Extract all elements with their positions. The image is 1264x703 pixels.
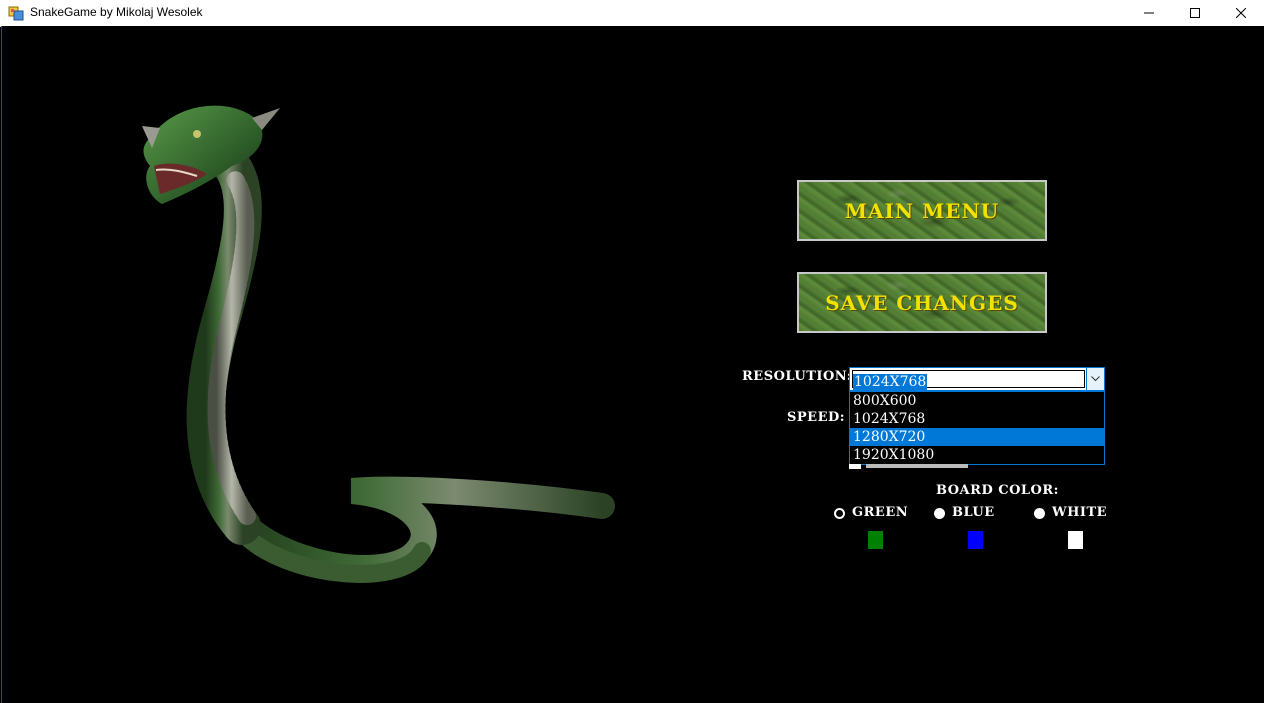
resolution-dropdown-list: 800X600 1024X768 1280X720 1920X1080 [849,391,1105,465]
radio-blue-label: BLUE [952,505,995,520]
close-icon [1236,8,1246,18]
radio-green[interactable] [834,508,845,519]
resolution-option[interactable]: 1024X768 [850,410,1104,428]
resolution-option[interactable]: 1280X720 [850,428,1104,446]
radio-white[interactable] [1034,508,1045,519]
chevron-down-icon[interactable] [1086,368,1104,390]
app-icon [8,5,24,21]
snake-image [142,105,615,583]
main-menu-button[interactable]: MAIN MENU [797,180,1047,241]
window-title: SnakeGame by Mikolaj Wesolek [30,5,203,19]
white-swatch [1068,531,1083,549]
green-swatch [868,531,883,549]
minimize-button[interactable] [1126,0,1172,26]
blue-swatch [968,531,983,549]
maximize-icon [1190,8,1200,18]
resolution-select[interactable]: 1024X768 [849,367,1105,391]
maximize-button[interactable] [1172,0,1218,26]
speed-label: SPEED: [787,410,846,425]
radio-blue[interactable] [934,508,945,519]
game-area: MAIN MENU SAVE CHANGES RESOLUTION: SPEED… [1,26,1264,703]
save-changes-button[interactable]: SAVE CHANGES [797,272,1047,333]
resolution-option[interactable]: 800X600 [850,392,1104,410]
title-bar: SnakeGame by Mikolaj Wesolek [0,0,1264,27]
radio-white-label: WHITE [1052,505,1108,520]
close-button[interactable] [1218,0,1264,26]
board-color-label: BOARD COLOR: [936,483,1059,498]
resolution-label: RESOLUTION: [742,369,852,384]
speed-checkbox[interactable] [849,464,861,469]
resolution-select-value[interactable]: 1024X768 [852,370,1085,390]
minimize-icon [1144,12,1154,14]
radio-green-label: GREEN [852,505,909,520]
resolution-selected-text: 1024X768 [853,374,928,390]
speed-checkbox-label-obscured [866,464,968,468]
resolution-option[interactable]: 1920X1080 [850,446,1104,464]
